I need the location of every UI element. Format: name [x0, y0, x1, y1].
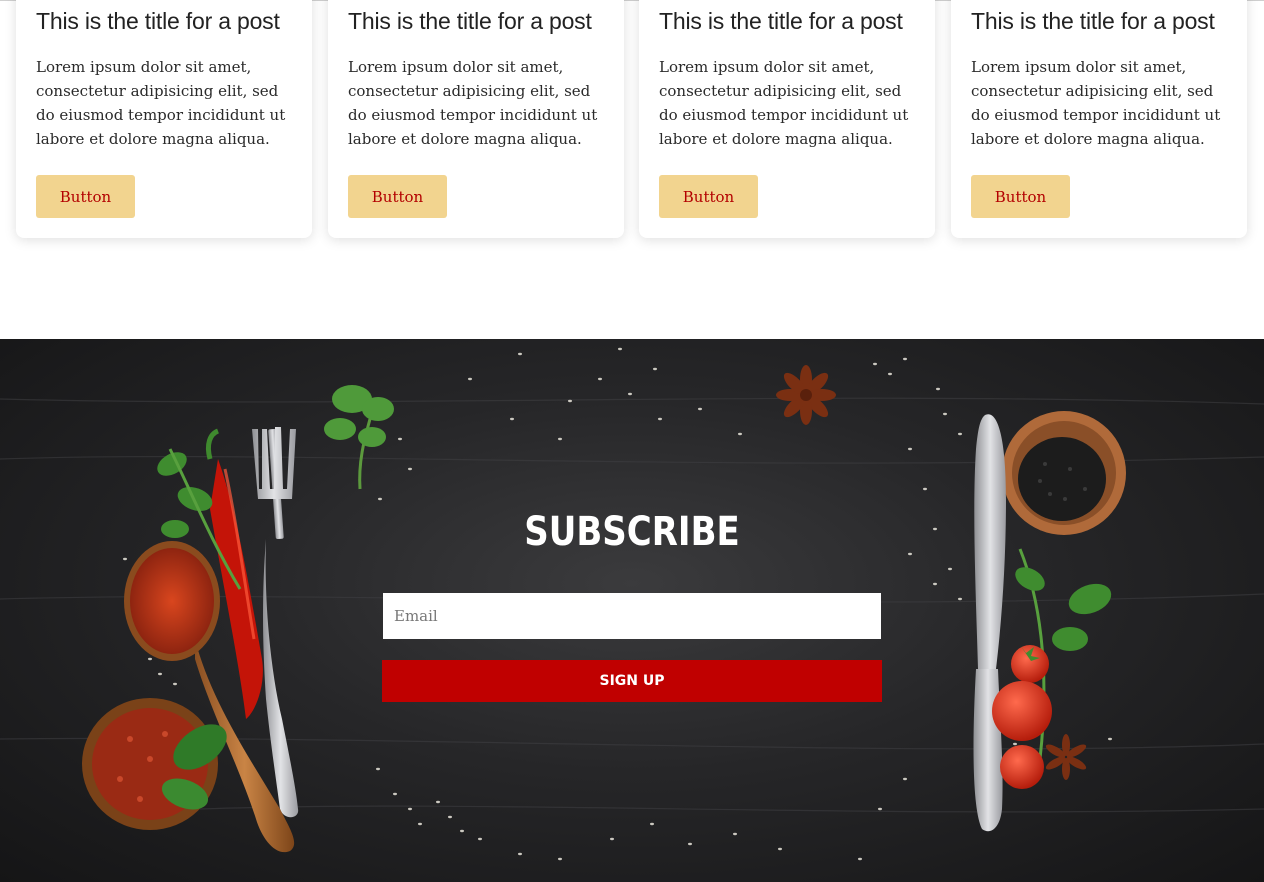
sign-up-button[interactable]: SIGN UP	[382, 660, 882, 702]
post-title: This is the title for a post	[659, 8, 903, 34]
post-card: This is the title for a post Lorem ipsum…	[951, 0, 1247, 238]
post-cards: This is the title for a post Lorem ipsum…	[0, 0, 1264, 240]
post-button[interactable]: Button	[971, 175, 1070, 218]
post-card: This is the title for a post Lorem ipsum…	[639, 0, 935, 238]
post-button[interactable]: Button	[659, 175, 758, 218]
post-body: Lorem ipsum dolor sit amet, consectetur …	[348, 58, 598, 148]
subscribe-title: SUBSCRIBE	[524, 509, 740, 555]
post-body: Lorem ipsum dolor sit amet, consectetur …	[36, 58, 286, 148]
post-title: This is the title for a post	[36, 8, 280, 34]
subscribe-section: SUBSCRIBE SIGN UP	[0, 339, 1264, 882]
post-title: This is the title for a post	[971, 8, 1215, 34]
post-button[interactable]: Button	[348, 175, 447, 218]
post-card: This is the title for a post Lorem ipsum…	[328, 0, 624, 238]
post-button[interactable]: Button	[36, 175, 135, 218]
post-title: This is the title for a post	[348, 8, 592, 34]
post-body: Lorem ipsum dolor sit amet, consectetur …	[971, 58, 1221, 148]
post-card: This is the title for a post Lorem ipsum…	[16, 0, 312, 238]
email-field[interactable]	[383, 593, 881, 639]
post-body: Lorem ipsum dolor sit amet, consectetur …	[659, 58, 909, 148]
